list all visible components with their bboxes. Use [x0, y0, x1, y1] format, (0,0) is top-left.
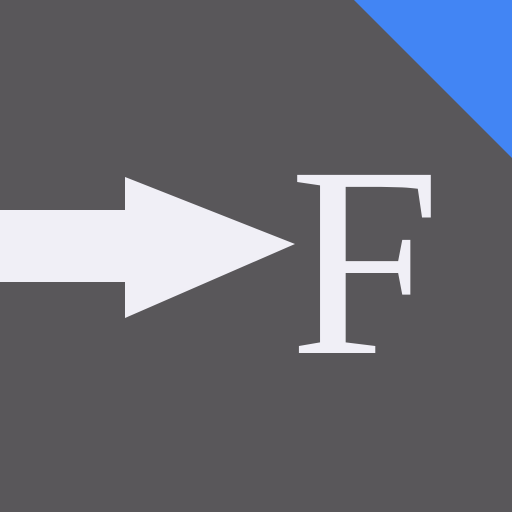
app-icon: F [0, 0, 512, 512]
app-icon-graphic: F [0, 0, 512, 512]
letter-f-glyph: F [289, 111, 440, 412]
